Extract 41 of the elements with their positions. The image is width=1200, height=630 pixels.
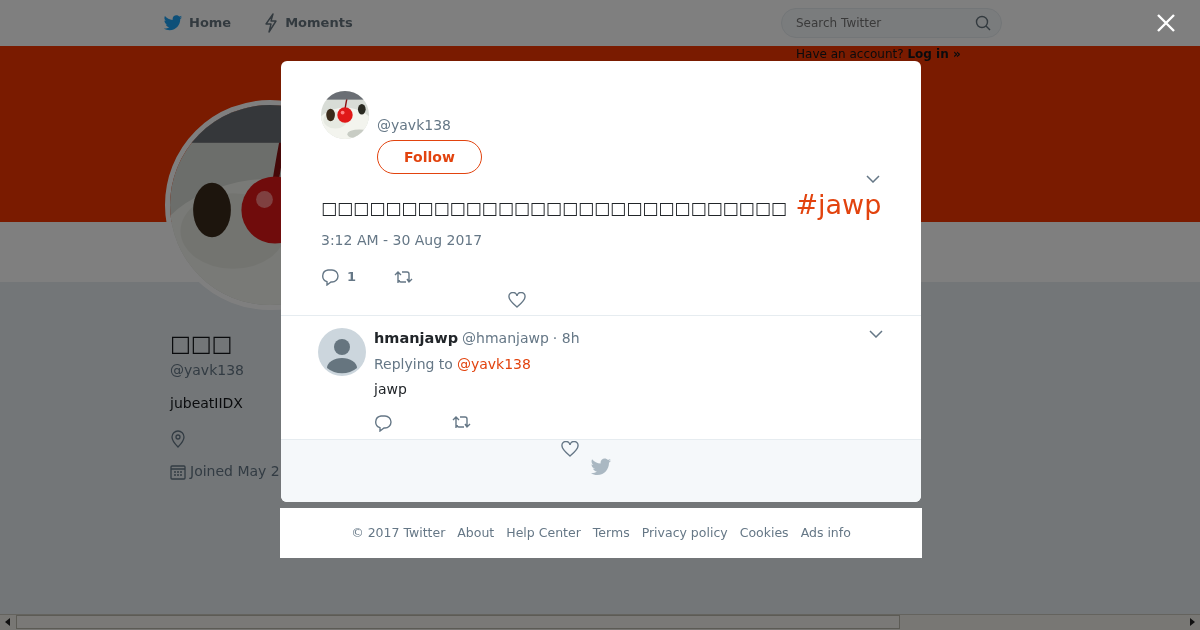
login-prompt: Have an account? xyxy=(796,47,905,61)
profile-handle: @yavk138 xyxy=(170,361,244,380)
copyright-text: © 2017 Twitter xyxy=(351,523,446,542)
reply-handle: @hmanjawp xyxy=(462,329,549,349)
retweet-icon[interactable] xyxy=(394,268,415,285)
nav-link[interactable]: Home xyxy=(163,13,232,33)
calendar-icon xyxy=(170,463,186,480)
tweet-timestamp: 3:12 AM - 30 Aug 2017 xyxy=(321,230,484,250)
bird-icon xyxy=(163,13,183,33)
footer-link[interactable]: Privacy policy xyxy=(641,523,728,543)
location-icon xyxy=(170,430,186,448)
reply-icon[interactable] xyxy=(374,414,392,433)
chevron-down-icon[interactable] xyxy=(869,330,883,339)
reply-action[interactable]: 1 xyxy=(321,266,357,287)
replying-label: Replying to xyxy=(374,355,453,375)
profile-bio: jubeatIIDX xyxy=(170,394,243,413)
heart-icon[interactable] xyxy=(561,441,579,458)
chevron-down-icon[interactable] xyxy=(866,175,880,183)
search-field[interactable]: Search Twitter xyxy=(781,8,1002,38)
horizontal-scrollbar[interactable] xyxy=(0,614,1200,630)
hashtag-link[interactable]: #jawp xyxy=(795,189,882,220)
search-icon[interactable] xyxy=(975,15,991,31)
reply-author: hmanjawp xyxy=(374,329,459,349)
avatar-icon xyxy=(318,328,366,377)
search-input[interactable]: Search Twitter xyxy=(794,13,975,33)
follow-button[interactable]: Follow xyxy=(377,140,482,174)
user-handle: @yavk138 xyxy=(377,116,452,135)
heart-icon[interactable] xyxy=(508,292,526,309)
footer-link[interactable]: About xyxy=(457,523,495,543)
footer-link[interactable]: Cookies xyxy=(739,523,789,543)
reply-text: jawp xyxy=(374,380,408,400)
profile-name: □□□ xyxy=(170,330,233,358)
join-date: Joined May 2 xyxy=(190,462,280,481)
reply-time: · 8h xyxy=(552,329,580,349)
tweet-text: □□□□□□□□□□□□□□□□□□□□□□□□□□□□□ xyxy=(321,198,787,218)
footer-link[interactable]: Ads info xyxy=(800,523,851,543)
close-icon[interactable] xyxy=(1156,13,1176,33)
footer-link[interactable]: Terms xyxy=(592,523,630,543)
nav-link[interactable]: Moments xyxy=(263,13,353,33)
mention-link[interactable]: @yavk138 xyxy=(456,354,531,376)
footer-link[interactable]: Help Center xyxy=(506,523,581,543)
